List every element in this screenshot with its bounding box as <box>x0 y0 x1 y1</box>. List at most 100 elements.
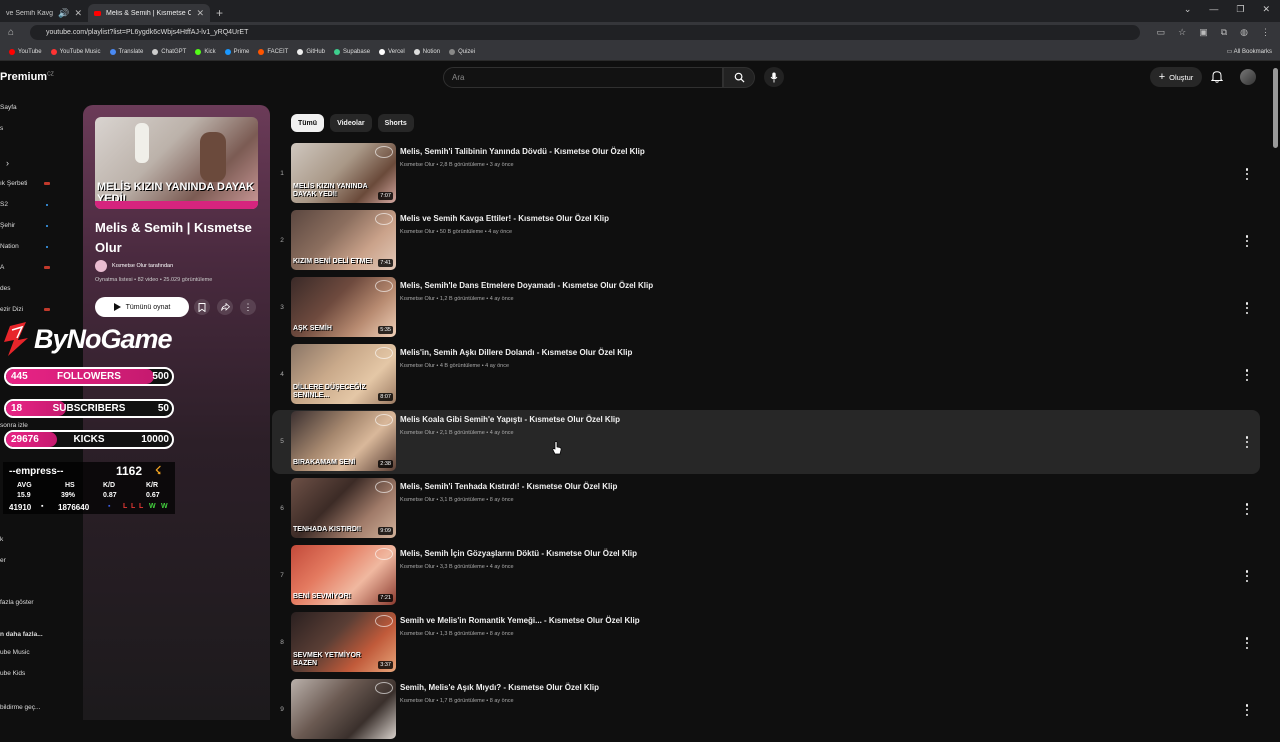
tab-search-icon[interactable]: ⌄ <box>1184 4 1192 15</box>
playlist-video-row[interactable]: 3 AŞK SEMİH 5:35 Melis, Semih'le Dans Etm… <box>272 276 1260 340</box>
puzzle-icon[interactable]: ⧉ <box>1221 27 1227 38</box>
account-avatar[interactable] <box>1240 69 1256 85</box>
bookmark-star-icon[interactable]: ☆ <box>1178 27 1186 38</box>
minimize-icon[interactable]: — <box>1209 4 1218 15</box>
more-vertical-icon[interactable] <box>1244 570 1250 582</box>
video-thumbnail[interactable]: MELİS KIZIN YANINDA DAYAK YEDİ! 7:07 <box>291 143 396 203</box>
video-title[interactable]: Melis, Semih'i Tenhada Kıstırdı! - Kısme… <box>400 482 617 491</box>
sidebar-item-channel[interactable]: ık Şerbeti <box>0 180 27 187</box>
playlist-video-row[interactable]: 6 TENHADA KISTIRDI! 9:09 Melis, Semih'i T… <box>272 477 1260 541</box>
video-title[interactable]: Semih ve Melis'in Romantik Yemeği... - K… <box>400 616 640 625</box>
video-title[interactable]: Melis Koala Gibi Semih'e Yapıştı - Kısme… <box>400 415 620 424</box>
search-input[interactable]: Ara <box>443 67 723 88</box>
more-vertical-icon[interactable] <box>1244 302 1250 314</box>
all-bookmarks[interactable]: ▭ All Bookmarks <box>1227 48 1272 55</box>
sidebar-item-channel[interactable]: des <box>0 285 10 292</box>
voice-search-button[interactable] <box>764 67 784 87</box>
profile-icon[interactable]: ◍ <box>1240 27 1248 38</box>
video-thumbnail[interactable]: DİLLERE DÜŞECEĞİZ SENİNLE... 8:07 <box>291 344 396 404</box>
bookmark-kick[interactable]: Kick <box>195 48 216 55</box>
speaker-icon[interactable]: 🔊 <box>58 8 69 19</box>
bookmark-prime[interactable]: Prime <box>224 48 249 55</box>
video-thumbnail[interactable]: AŞK SEMİH 5:35 <box>291 277 396 337</box>
playlist-video-row[interactable]: 8 SEVMEK YETMİYOR BAZEN 3:37 Semih ve Mel… <box>272 611 1260 675</box>
sidebar-item[interactable]: s <box>0 125 3 132</box>
playlist-owner[interactable]: Kısmetse Olur tarafından <box>95 260 173 272</box>
video-thumbnail[interactable]: KIZIM BENİ DELİ ETME! 7:41 <box>291 210 396 270</box>
sidebar-item-report[interactable]: bildirme geç... <box>0 704 40 711</box>
bookmark-vercel[interactable]: Vercel <box>379 48 405 55</box>
video-title[interactable]: Melis, Semih'i Talibinin Yanında Dövdü -… <box>400 147 645 156</box>
playlist-video-row[interactable]: 1 MELİS KIZIN YANINDA DAYAK YEDİ! 7:07 Me… <box>272 142 1260 206</box>
browser-tab-active[interactable]: Melis & Semih | Kısmetse Olur ✕ <box>88 4 210 22</box>
bookmark-translate[interactable]: Translate <box>109 48 143 55</box>
save-playlist-button[interactable] <box>194 299 210 315</box>
bookmark-youtube-music[interactable]: YouTube Music <box>50 48 101 55</box>
play-all-button[interactable]: Tümünü oynat <box>95 297 189 317</box>
more-vertical-icon[interactable] <box>1244 168 1250 180</box>
more-vertical-icon[interactable] <box>1244 637 1250 649</box>
browser-tab[interactable]: ve Semih Kavga Ettiler 🔊 ✕ <box>0 4 88 22</box>
more-vertical-icon[interactable] <box>1244 235 1250 247</box>
page-scrollbar[interactable] <box>1273 68 1278 148</box>
playlist-video-row[interactable]: 4 DİLLERE DÜŞECEĞİZ SENİNLE... 8:07 Melis… <box>272 343 1260 407</box>
more-vertical-icon[interactable] <box>1244 436 1250 448</box>
bookmark-youtube[interactable]: YouTube <box>9 48 42 55</box>
video-title[interactable]: Melis, Semih İçin Gözyaşlarını Döktü - K… <box>400 549 637 558</box>
video-title[interactable]: Semih, Melis'e Aşık Mıydı? - Kısmetse Ol… <box>400 683 599 692</box>
sidebar-item-youtube-music[interactable]: ube Music <box>0 649 30 656</box>
sidebar-item[interactable]: k <box>0 536 3 543</box>
playlist-video-row[interactable]: 9 Semih, Melis'e Aşık Mıydı? - Kısmetse … <box>272 678 1260 742</box>
video-thumbnail[interactable]: BENİ SEVMİYOR! 7:21 <box>291 545 396 605</box>
more-vertical-icon[interactable] <box>1244 369 1250 381</box>
create-button[interactable]: + Oluştur <box>1150 67 1202 87</box>
close-window-icon[interactable]: ✕ <box>1262 4 1270 15</box>
sidebar-item-channel[interactable]: S2 <box>0 201 8 208</box>
share-button[interactable] <box>217 299 233 315</box>
sidebar-item[interactable]: er <box>0 557 6 564</box>
chip-shorts[interactable]: Shorts <box>377 114 414 132</box>
playlist-thumbnail[interactable]: MELİS KIZIN YANINDA DAYAK YEDİ! <box>95 117 258 209</box>
more-vertical-icon[interactable] <box>1244 503 1250 515</box>
playlist-video-row[interactable]: 2 KIZIM BENİ DELİ ETME! 7:41 Melis ve Sem… <box>272 209 1260 273</box>
sidebar-item-youtube-kids[interactable]: ube Kids <box>0 670 25 677</box>
playlist-video-row[interactable]: 7 BENİ SEVMİYOR! 7:21 Melis, Semih İçin G… <box>272 544 1260 608</box>
maximize-icon[interactable]: ❐ <box>1236 4 1244 15</box>
more-vertical-icon[interactable] <box>1244 704 1250 716</box>
sidebar-item-watch-later[interactable]: sonra izle <box>0 422 28 429</box>
sidebar-item-home[interactable]: Sayfa <box>0 104 17 111</box>
video-thumbnail[interactable]: SEVMEK YETMİYOR BAZEN 3:37 <box>291 612 396 672</box>
bookmark-notion[interactable]: Notion <box>413 48 440 55</box>
video-title[interactable]: Melis, Semih'le Dans Etmelere Doyamadı -… <box>400 281 653 290</box>
sidebar-item-channel[interactable]: ezir Dizi <box>0 306 23 313</box>
youtube-premium-logo[interactable]: PremiumCZ <box>0 71 54 83</box>
playlist-video-row[interactable]: 5 BIRAKAMAM SENİ 2:38 Melis Koala Gibi Se… <box>272 410 1260 474</box>
chip-videos[interactable]: Videolar <box>330 114 372 132</box>
video-thumbnail[interactable]: TENHADA KISTIRDI! 9:09 <box>291 478 396 538</box>
sidebar-show-more[interactable]: fazla göster <box>0 599 34 606</box>
bookmark-quizei[interactable]: Quizei <box>449 48 475 55</box>
url-field[interactable]: youtube.com/playlist?list=PL6ygdk6cWbjs4… <box>30 25 1140 40</box>
notifications-button[interactable] <box>1210 70 1224 88</box>
bookmark-supabase[interactable]: Supabase <box>334 48 370 55</box>
sidebar-item-channel[interactable]: Şehir <box>0 222 15 229</box>
search-button[interactable] <box>723 67 755 88</box>
video-title[interactable]: Melis ve Semih Kavga Ettiler! - Kısmetse… <box>400 214 609 223</box>
video-title[interactable]: Melis'in, Semih Aşkı Dillere Dolandı - K… <box>400 348 632 357</box>
close-tab-icon[interactable]: ✕ <box>196 8 204 19</box>
video-thumbnail[interactable] <box>291 679 396 739</box>
bookmark-github[interactable]: GitHub <box>297 48 325 55</box>
sidebar-item-channel[interactable]: Nation <box>0 243 19 250</box>
new-tab-icon[interactable]: + <box>216 6 223 20</box>
extension-icon[interactable]: ▣ <box>1199 27 1208 38</box>
bookmark-chatgpt[interactable]: ChatGPT <box>152 48 186 55</box>
home-icon[interactable]: ⌂ <box>8 27 14 38</box>
chevron-right-icon[interactable]: › <box>6 158 9 168</box>
chip-all[interactable]: Tümü <box>291 114 325 132</box>
close-tab-icon[interactable]: ✕ <box>74 8 82 19</box>
cast-icon[interactable]: ▭ <box>1157 27 1166 38</box>
menu-icon[interactable]: ⋮ <box>1261 27 1270 38</box>
bookmark-faceit[interactable]: FACEIT <box>258 48 288 55</box>
video-thumbnail[interactable]: BIRAKAMAM SENİ 2:38 <box>291 411 396 471</box>
sidebar-item-channel[interactable]: A <box>0 264 4 271</box>
